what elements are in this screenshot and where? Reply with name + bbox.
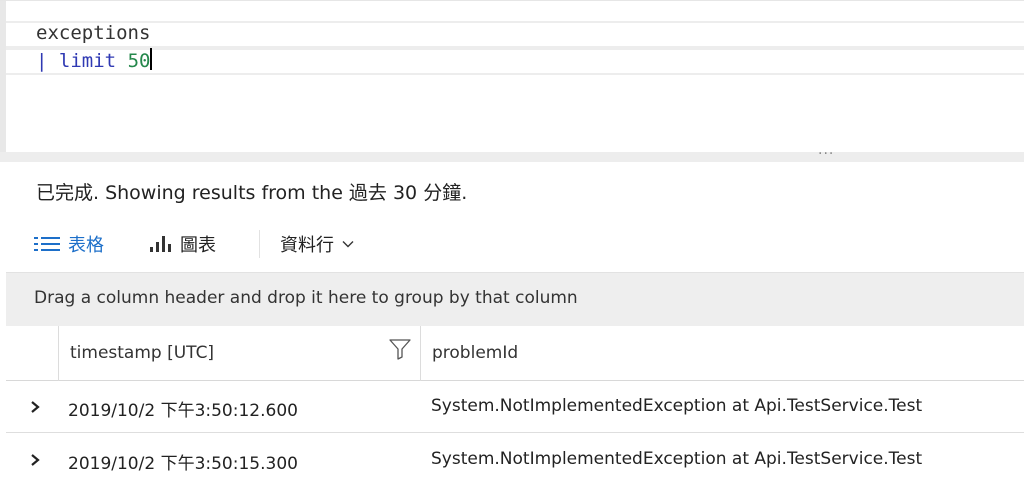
problemid-value: System.NotImplementedException at Api.Te…	[431, 396, 923, 416]
columns-dropdown[interactable]: 資料行	[280, 230, 354, 258]
problemid-value: System.NotImplementedException at Api.Te…	[431, 449, 923, 469]
table-name-token: exceptions	[36, 22, 151, 44]
timestamp-cell: 2019/10/2 下午3:50:15.300	[58, 434, 420, 484]
problemid-cell: System.NotImplementedException at Api.Te…	[420, 381, 1024, 433]
limit-number-token: 50	[127, 50, 151, 72]
table-row[interactable]: 2019/10/2 下午3:50:12.600 System.NotImplem…	[6, 381, 1024, 433]
limit-operator-token: limit	[58, 50, 117, 72]
query-editor[interactable]: exceptions | limit 50	[0, 0, 1024, 153]
column-header-timestamp[interactable]: timestamp [UTC]	[58, 326, 420, 381]
bar-chart-icon	[148, 234, 172, 254]
splitter-handle-dots[interactable]: ...	[818, 142, 834, 158]
code-line-2[interactable]: | limit 50	[36, 48, 1024, 75]
problemid-cell: System.NotImplementedException at Api.Te…	[420, 434, 1024, 484]
timestamp-cell: 2019/10/2 下午3:50:12.600	[58, 381, 420, 433]
table-row[interactable]: 2019/10/2 下午3:50:15.300 System.NotImplem…	[6, 434, 1024, 484]
table-view-label: 表格	[68, 235, 104, 256]
expand-cell	[6, 381, 58, 433]
grid-header-row: timestamp [UTC] problemId	[6, 326, 1024, 381]
column-header-problemid[interactable]: problemId	[420, 326, 1024, 381]
column-header-label: problemId	[432, 343, 519, 363]
pane-splitter[interactable]	[0, 152, 1024, 162]
query-status-text: 已完成. Showing results from the 過去 30 分鐘.	[36, 182, 468, 204]
expand-cell	[6, 434, 58, 484]
chart-view-button[interactable]: 圖表	[148, 230, 216, 258]
chevron-right-icon[interactable]	[28, 399, 42, 415]
group-by-hint: Drag a column header and drop it here to…	[34, 288, 578, 308]
chevron-down-icon	[342, 241, 354, 248]
timestamp-value: 2019/10/2 下午3:50:12.600	[68, 401, 298, 421]
results-grid: timestamp [UTC] problemId 2019/10/2 下午3:…	[6, 326, 1024, 484]
toolbar-divider	[259, 230, 260, 258]
text-caret	[150, 48, 153, 70]
filter-icon[interactable]	[388, 338, 412, 360]
code-line-1[interactable]: exceptions	[36, 20, 1024, 47]
chart-view-label: 圖表	[180, 235, 216, 256]
table-view-button[interactable]: 表格	[34, 230, 104, 258]
columns-dropdown-label: 資料行	[280, 235, 334, 256]
timestamp-value: 2019/10/2 下午3:50:15.300	[68, 454, 298, 474]
column-header-label: timestamp [UTC]	[70, 343, 215, 363]
chevron-right-icon[interactable]	[28, 452, 42, 468]
list-icon	[34, 234, 60, 254]
pipe-token: |	[36, 50, 48, 72]
group-by-drop-area[interactable]: Drag a column header and drop it here to…	[6, 272, 1024, 326]
expand-column-header	[6, 326, 58, 381]
results-toolbar: 表格 圖表 資料行	[0, 226, 1024, 262]
